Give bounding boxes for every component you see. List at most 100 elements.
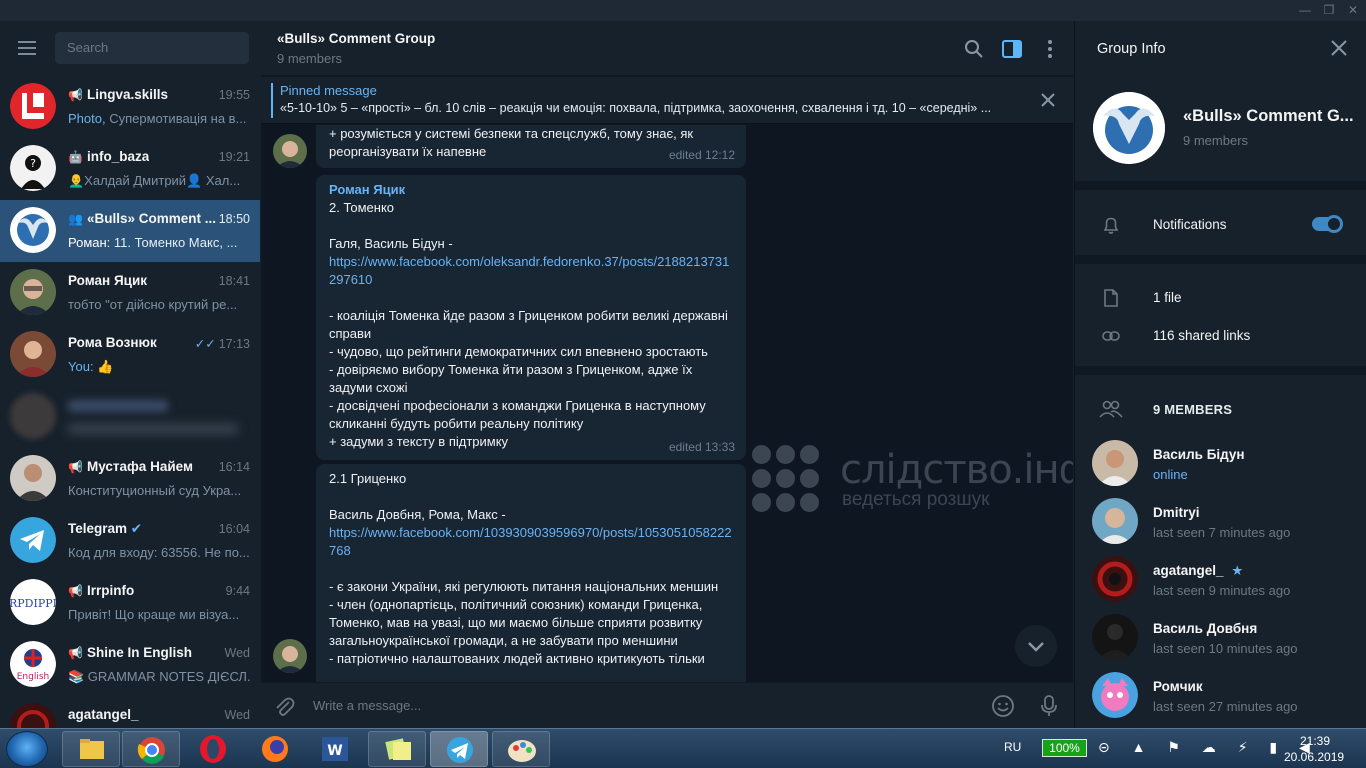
- taskbar-explorer[interactable]: [62, 731, 120, 767]
- close-window-button[interactable]: ✕: [1342, 2, 1364, 18]
- chat-name-text: «Bulls» Comment ...: [86, 211, 216, 226]
- chat-name: 📢 Lingva.skills: [68, 87, 168, 102]
- member-name: Василь Довбня: [1153, 621, 1258, 636]
- conversation-header[interactable]: «Bulls» Comment Group 9 members: [261, 21, 1073, 76]
- group-info-title: Group Info: [1097, 41, 1166, 57]
- chat-item-info-baza[interactable]: ? 🤖 info_baza 19:21 👨‍🦲Халдай Дмитрий👤 Ха…: [0, 138, 260, 200]
- clock-time[interactable]: 21:39: [1300, 734, 1330, 748]
- avatar: English: [10, 641, 56, 687]
- taskbar-telegram[interactable]: [430, 731, 488, 767]
- menu-icon[interactable]: [18, 41, 36, 55]
- firefox-icon: [262, 736, 288, 762]
- member-row[interactable]: agatangel_ ★ last seen 9 minutes ago: [1075, 556, 1366, 614]
- taskbar-firefox[interactable]: [246, 731, 304, 767]
- divider: [1075, 255, 1366, 264]
- chat-item-blurred[interactable]: [0, 386, 260, 448]
- chat-item-lingva-skills[interactable]: 📢 Lingva.skills 19:55 Photo, Супермотивац…: [0, 76, 260, 138]
- avatar: [1092, 556, 1138, 602]
- chat-time: ✓✓ 17:13: [195, 336, 250, 351]
- pinned-message-bar[interactable]: Pinned message «5-10-10» 5 – «прості» – …: [261, 77, 1073, 124]
- message-bubble[interactable]: Роман Яцик 2. Томенко Галя, Василь Бідун…: [316, 175, 746, 460]
- message-bubble[interactable]: 2.1 Гриценко Василь Довбня, Рома, Макс -…: [316, 464, 746, 682]
- message-edited-time: edited 13:33: [668, 440, 735, 454]
- notifications-label: Notifications: [1153, 217, 1227, 232]
- chat-list-panel: Search 📢 Lingva.skills 19:55 Photo, Супер…: [0, 21, 260, 728]
- group-member-count: 9 members: [1183, 133, 1249, 148]
- chat-preview: тобто "от дійсно крутий ре...: [68, 297, 238, 312]
- bot-icon: 🤖: [68, 150, 83, 164]
- chat-item-agatangel[interactable]: agatangel_ Wed: [0, 696, 260, 728]
- megaphone-icon: 📢: [68, 460, 83, 474]
- files-row[interactable]: 1 file: [1075, 284, 1366, 314]
- chat-item-bulls-comment-group[interactable]: 👥 «Bulls» Comment ... 18:50 Роман: 11. То…: [0, 200, 260, 262]
- message-bubble[interactable]: + розуміється у системі безпеки та спецс…: [316, 125, 746, 168]
- opera-icon: [200, 735, 226, 763]
- conversation-title[interactable]: «Bulls» Comment Group: [277, 31, 435, 46]
- chat-name: Роман Яцик: [68, 273, 148, 288]
- keyboard-language[interactable]: RU: [1004, 740, 1021, 754]
- taskbar-paint[interactable]: [492, 731, 550, 767]
- notifications-toggle[interactable]: [1312, 215, 1343, 233]
- preview-prefix: You:: [68, 359, 98, 374]
- megaphone-icon: 📢: [68, 584, 83, 598]
- paperclip-icon[interactable]: [272, 694, 296, 718]
- sidebar-toggle-icon[interactable]: [1001, 38, 1023, 60]
- sender-avatar[interactable]: [273, 134, 307, 168]
- start-button[interactable]: [6, 731, 48, 767]
- svg-text:?: ?: [30, 157, 36, 170]
- group-icon: 👥: [68, 212, 83, 226]
- message-input[interactable]: Write a message...: [313, 698, 421, 713]
- taskbar-sticky-notes[interactable]: [368, 731, 426, 767]
- scroll-down-button[interactable]: [1015, 625, 1057, 667]
- chat-name-text: Lingva.skills: [86, 87, 168, 102]
- message-link[interactable]: https://www.facebook.com/oleksandr.fedor…: [329, 253, 733, 289]
- avatar: [10, 703, 56, 728]
- member-row[interactable]: Василь Довбня last seen 10 minutes ago: [1075, 614, 1366, 672]
- clock-date[interactable]: 20.06.2019: [1284, 750, 1344, 764]
- chat-preview: You: 👍: [68, 359, 250, 375]
- chat-name-text: info_baza: [86, 149, 150, 164]
- taskbar-chrome[interactable]: [122, 731, 180, 767]
- minimize-button[interactable]: —: [1294, 2, 1316, 18]
- chat-time: 16:14: [218, 460, 250, 474]
- group-avatar[interactable]: [1093, 92, 1165, 164]
- close-icon[interactable]: [1039, 91, 1057, 109]
- more-options-icon[interactable]: [1039, 38, 1061, 60]
- battery-indicator[interactable]: 100%: [1042, 739, 1087, 757]
- message-sender[interactable]: Роман Яцик: [329, 181, 733, 199]
- maximize-button[interactable]: ❐: [1318, 2, 1340, 18]
- chat-item-shine-in-english[interactable]: English 📢 Shine In English Wed 📚 GRAMMAR …: [0, 634, 260, 696]
- chat-preview: Код для входу: 63556. Не по...: [68, 545, 250, 560]
- member-row[interactable]: Ромчик last seen 27 minutes ago: [1075, 672, 1366, 728]
- taskbar-word[interactable]: W: [306, 731, 364, 767]
- avatar: [1092, 672, 1138, 718]
- emoji-icon[interactable]: [991, 694, 1015, 718]
- telegram-icon: [447, 737, 473, 763]
- chat-item-irrpinfo[interactable]: RPDIPPI 📢 Irrpinfo 9:44 Привіт! Що краще …: [0, 572, 260, 634]
- search-input[interactable]: Search: [55, 32, 249, 64]
- chat-item-mustafa-nayem[interactable]: 📢 Мустафа Найем 16:14 Конституционный суд…: [0, 448, 260, 510]
- message-heading: 2. Томенко: [329, 200, 395, 215]
- chat-item-roma-vozniuk[interactable]: Рома Вознюк ✓✓ 17:13 You: 👍: [0, 324, 260, 386]
- message-link[interactable]: https://www.facebook.com/103930903959697…: [329, 524, 733, 560]
- folder-icon: [80, 739, 104, 759]
- taskbar-opera[interactable]: [184, 731, 242, 767]
- avatar: ?: [10, 145, 56, 191]
- shared-links-row[interactable]: 116 shared links: [1075, 322, 1366, 352]
- avatar: RPDIPPI: [10, 579, 56, 625]
- chat-item-telegram[interactable]: Telegram ✔ 16:04 Код для входу: 63556. Н…: [0, 510, 260, 572]
- search-icon[interactable]: [963, 38, 985, 60]
- member-row[interactable]: Василь Бідун online: [1075, 440, 1366, 498]
- close-icon[interactable]: [1329, 38, 1349, 58]
- avatar: [10, 393, 56, 439]
- member-row[interactable]: Dmitryi last seen 7 minutes ago: [1075, 498, 1366, 556]
- svg-text:RPDIPPI: RPDIPPI: [10, 597, 56, 610]
- microphone-icon[interactable]: [1037, 694, 1061, 718]
- chat-preview: Конституционный суд Укра...: [68, 483, 242, 498]
- chrome-icon: [137, 737, 165, 764]
- blurred-preview: [68, 424, 238, 434]
- message-history[interactable]: слідство.інфо ведеться розшук + розумієт…: [261, 125, 1073, 682]
- sender-avatar[interactable]: [273, 639, 307, 673]
- chat-item-roman-yatsyk[interactable]: Роман Яцик 18:41 тобто "от дійсно крутий…: [0, 262, 260, 324]
- member-name: Dmitryi: [1153, 505, 1200, 520]
